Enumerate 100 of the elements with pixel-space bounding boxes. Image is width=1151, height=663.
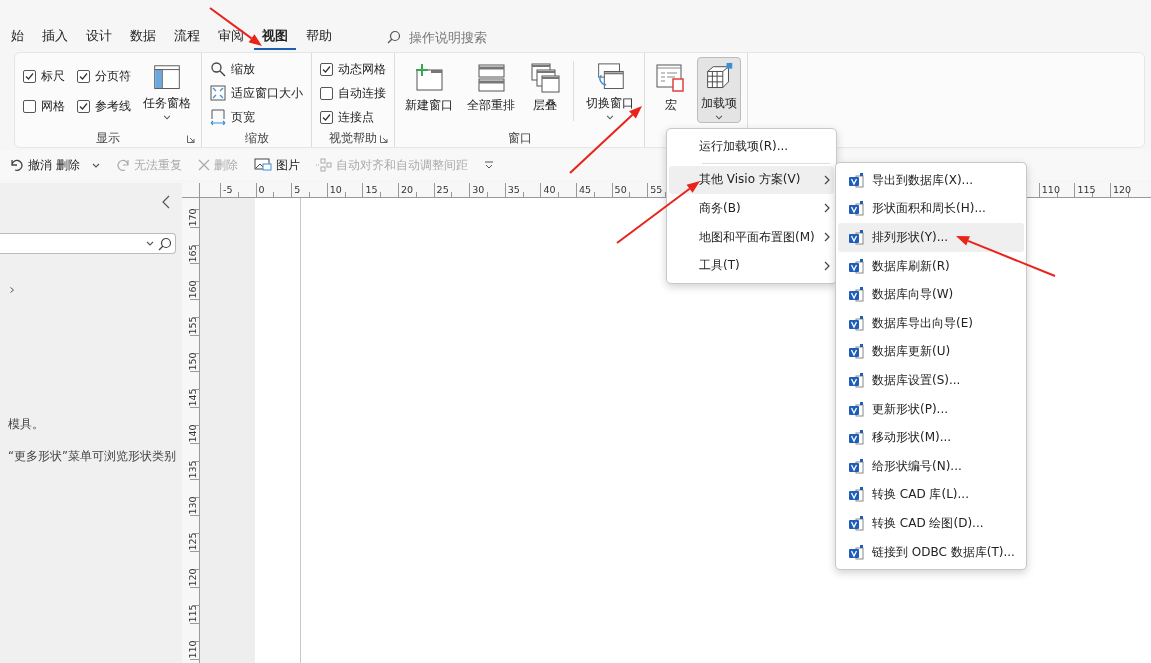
ruler-label: 50 — [614, 184, 627, 195]
ruler-label: 20 — [401, 184, 414, 195]
ruler-label: 5 — [294, 184, 301, 195]
collapse-icon[interactable] — [162, 195, 170, 209]
ruler-label: 120 — [186, 568, 198, 587]
add-in-icon — [848, 515, 864, 531]
ruler-label: 110 — [186, 640, 198, 659]
align-icon — [315, 158, 332, 172]
checkbox[interactable]: 自动连接 — [318, 81, 388, 105]
menu-item[interactable]: 移动形状(M)... — [838, 423, 1024, 452]
checkmark-icon — [322, 112, 331, 122]
ruler-label: 15 — [365, 184, 378, 195]
add-in-icon — [848, 258, 864, 274]
ribbon-tab[interactable]: 数据 — [122, 24, 164, 50]
ribbon-button[interactable]: 页宽 — [208, 105, 305, 129]
toolbar-button[interactable]: 撤消 删除 — [10, 156, 100, 174]
checkbox[interactable]: 连接点 — [318, 105, 388, 129]
ribbon-tab[interactable]: 插入 — [34, 24, 76, 50]
menu-item[interactable]: 工具(T) — [669, 251, 834, 280]
menu-item[interactable]: 数据库向导(W) — [838, 280, 1024, 309]
add-in-icon — [848, 487, 864, 503]
arrange-windows-icon — [475, 62, 507, 94]
ruler-label: 0 — [258, 184, 265, 195]
ribbon-button[interactable]: 加载项 — [697, 57, 741, 123]
add-in-icon — [848, 430, 864, 446]
ruler-label: 140 — [186, 424, 198, 443]
ruler-label: 155 — [186, 316, 198, 335]
macro-icon — [655, 62, 687, 94]
ruler-label: 35 — [507, 184, 520, 195]
menu-item[interactable]: 地图和平面布置图(M) — [669, 222, 834, 252]
ribbon-tab[interactable]: 设计 — [78, 24, 120, 50]
hint-text: “更多形状”菜单可浏览形状类别 — [8, 449, 176, 464]
ruler-label: 40 — [543, 184, 556, 195]
menu-item[interactable]: 数据库设置(S)... — [838, 366, 1024, 395]
group-label: 窗口 — [507, 130, 532, 146]
ribbon-button[interactable]: 适应窗口大小 — [208, 81, 305, 105]
ruler-label: 115 — [186, 604, 198, 623]
checkbox[interactable]: 参考线 — [75, 91, 133, 121]
ribbon-tab[interactable]: 始 — [3, 24, 32, 50]
ruler-label: 145 — [186, 388, 198, 407]
ruler-label: 30 — [472, 184, 485, 195]
ruler-label: 150 — [186, 352, 198, 371]
menu-item[interactable]: 数据库更新(U) — [838, 337, 1024, 367]
ruler-label: 125 — [186, 532, 198, 551]
ruler-label: -5 — [223, 184, 233, 195]
customize-toolbar-icon[interactable] — [483, 161, 494, 169]
ruler-label: 25 — [436, 184, 449, 195]
toolbar-button[interactable]: 图片 — [253, 156, 300, 174]
ribbon-button[interactable]: 新建窗口 — [401, 57, 457, 123]
group-label: 视觉帮助 — [329, 130, 377, 146]
ribbon-tab[interactable]: 流程 — [166, 24, 208, 50]
fit-window-icon — [210, 85, 226, 101]
menu-item[interactable]: 数据库导出向导(E) — [838, 308, 1024, 338]
ruler-label: 55 — [650, 184, 663, 195]
menu-item[interactable]: 更新形状(P)... — [838, 394, 1024, 424]
add-in-icon — [848, 315, 864, 331]
ribbon-button[interactable]: 层叠 — [525, 57, 565, 123]
menu-item[interactable]: 给形状编号(N)... — [838, 451, 1024, 481]
dialog-launcher-icon[interactable] — [380, 135, 388, 143]
checkbox[interactable]: 网格 — [21, 91, 67, 121]
annotation-arrow — [209, 7, 262, 46]
dialog-launcher-icon[interactable] — [187, 135, 195, 143]
add-in-icon — [848, 172, 864, 188]
ruler-label: 160 — [186, 280, 198, 299]
checkmark-icon — [79, 71, 88, 81]
menu-item[interactable]: 链接到 ODBC 数据库(T)... — [838, 537, 1024, 567]
ruler-label: 120 — [1113, 184, 1132, 195]
ribbon-button[interactable]: 宏 — [651, 57, 691, 123]
menu-item[interactable]: 转换 CAD 库(L)... — [838, 480, 1024, 510]
ruler-label: 165 — [186, 244, 198, 263]
new-window-icon — [413, 62, 445, 94]
ruler-label: 170 — [186, 208, 198, 227]
cascade-windows-icon — [529, 62, 561, 94]
menu-item[interactable]: 商务(B) — [669, 194, 834, 223]
menu-item[interactable]: 形状面积和周长(H)... — [838, 194, 1024, 224]
undo-icon — [10, 158, 24, 172]
menu-item[interactable]: 数据库刷新(R) — [838, 251, 1024, 281]
tell-me-field[interactable]: 操作说明搜索 — [409, 29, 519, 45]
add-in-icon — [848, 201, 864, 217]
checkbox[interactable]: 分页符 — [75, 61, 133, 91]
group-label: 缩放 — [244, 130, 269, 146]
ribbon-tab[interactable]: 帮助 — [298, 24, 340, 50]
checkbox[interactable]: 标尺 — [21, 61, 67, 91]
ribbon-button[interactable]: 任务窗格 — [139, 57, 195, 123]
dropdown-caret-icon — [146, 241, 154, 246]
menu-item[interactable]: 其他 Visio 方案(V) — [669, 165, 834, 195]
add-in-icon — [848, 401, 864, 417]
ribbon-button[interactable]: 全部重排 — [463, 57, 519, 123]
ribbon-tab[interactable]: 审阅 — [210, 24, 252, 50]
menu-item[interactable]: 转换 CAD 绘图(D)... — [838, 509, 1024, 538]
menu-item[interactable]: 运行加载项(R)... — [669, 132, 834, 161]
ribbon-button[interactable]: 切换窗口 — [582, 57, 638, 123]
checkbox[interactable]: 动态网格 — [318, 57, 388, 81]
expand-icon[interactable] — [10, 287, 14, 293]
menu-item[interactable]: 排列形状(Y)... — [838, 223, 1024, 252]
add-in-icon — [848, 230, 864, 245]
search-icon — [387, 30, 401, 44]
menu-item[interactable]: 导出到数据库(X)... — [838, 166, 1024, 195]
ribbon-button[interactable]: 缩放 — [208, 57, 305, 81]
shape-search-field[interactable] — [0, 233, 176, 254]
